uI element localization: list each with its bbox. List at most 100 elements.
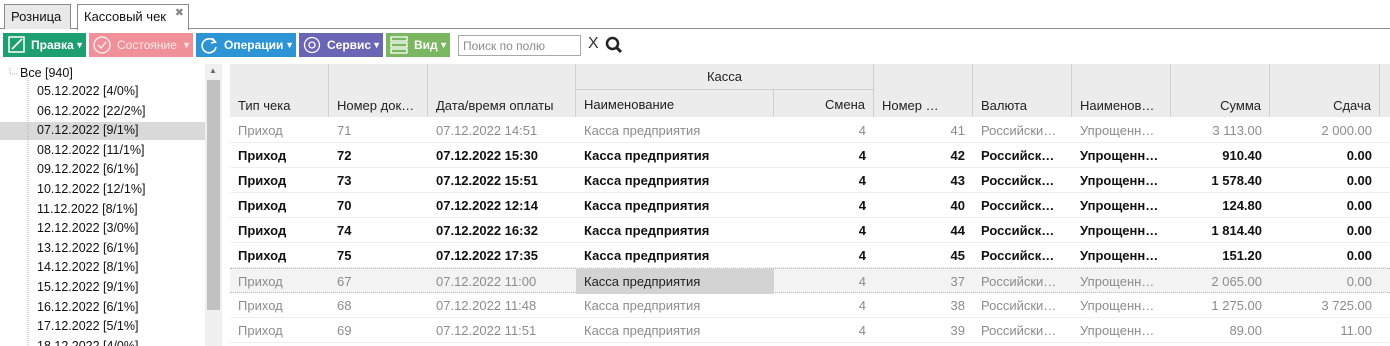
- cell-sum: 910.40: [1222, 148, 1262, 163]
- cell-tax-name: Упрощенн…: [1080, 274, 1155, 289]
- tree-root-all[interactable]: Все [940]: [20, 65, 73, 85]
- col-header-paid-at[interactable]: Дата/время оплаты: [428, 64, 576, 117]
- cell-paid-at: 07.12.2022 17:35: [436, 248, 538, 263]
- operations-menu-button[interactable]: Операции ▼: [196, 33, 296, 57]
- view-menu-button[interactable]: Вид ▼: [386, 33, 450, 57]
- edit-icon: [3, 33, 29, 57]
- cell-paid-at: 07.12.2022 16:32: [436, 223, 538, 238]
- cell-number: 42: [950, 148, 965, 163]
- tree-item-date[interactable]: 06.12.2022 [22/2%]: [37, 103, 145, 123]
- scroll-up-icon[interactable]: ▲: [209, 66, 217, 75]
- cell-paid-at: 07.12.2022 15:30: [436, 148, 538, 163]
- kassa-group-header: Касса: [576, 64, 874, 90]
- refresh-icon: [196, 33, 222, 57]
- cell-doc-no: 74: [337, 223, 352, 238]
- col-header-doc-no[interactable]: Номер док…: [329, 64, 428, 117]
- cell-doc-no: 73: [337, 173, 352, 188]
- table-row[interactable]: Приход 73 07.12.2022 15:51 Касса предприяти…: [230, 168, 1390, 193]
- cell-sum: 124.80: [1222, 198, 1262, 213]
- cell-tax-name: Упрощенн…: [1080, 248, 1159, 263]
- state-menu-button[interactable]: Состояние ▼: [89, 33, 193, 57]
- cell-tax-name: Упрощенн…: [1080, 148, 1159, 163]
- table-row[interactable]: Приход 71 07.12.2022 14:51 Касса предприяти…: [230, 118, 1390, 143]
- cell-currency: Российск…: [981, 223, 1055, 238]
- cell-paid-at: 07.12.2022 11:48: [436, 298, 537, 313]
- tree-item-date[interactable]: 10.12.2022 [12/1%]: [37, 181, 145, 201]
- scrollbar-thumb[interactable]: [207, 80, 220, 310]
- cell-change: 0.00: [1346, 248, 1372, 263]
- col-header-sum[interactable]: Сумма: [1171, 64, 1270, 117]
- cell-sum: 89.00: [1229, 323, 1262, 338]
- tree-item-date[interactable]: 15.12.2022 [9/1%]: [37, 279, 138, 299]
- col-header-tax-name[interactable]: Наименов…: [1072, 64, 1171, 117]
- cell-doc-no: 71: [337, 123, 352, 138]
- cell-number: 45: [950, 248, 965, 263]
- service-menu-button[interactable]: Сервис ▼: [299, 33, 383, 57]
- tree-item-date[interactable]: 17.12.2022 [5/1%]: [37, 318, 138, 338]
- tree-item-date[interactable]: 16.12.2022 [6/1%]: [37, 299, 138, 319]
- edit-menu-button[interactable]: Правка ▼: [3, 33, 86, 57]
- chevron-down-icon: ▼: [439, 40, 448, 50]
- tab-bar: Розница Кассовый чек ✖: [0, 0, 1390, 30]
- search-icon[interactable]: [605, 36, 623, 57]
- check-circle-icon: [89, 33, 115, 57]
- table-row[interactable]: Приход 75 07.12.2022 17:35 Касса предприяти…: [230, 243, 1390, 268]
- col-header-currency[interactable]: Валюта: [973, 64, 1072, 117]
- tree-item-date[interactable]: 12.12.2022 [3/0%]: [37, 220, 138, 240]
- chevron-down-icon: ▼: [182, 40, 191, 50]
- cell-name: Касса предприятия: [584, 298, 701, 313]
- table-row[interactable]: Приход 68 07.12.2022 11:48 Касса предприяти…: [230, 293, 1390, 318]
- tree-item-date[interactable]: 07.12.2022 [9/1%]: [0, 122, 222, 142]
- cell-number: 44: [950, 223, 965, 238]
- tree-item-date[interactable]: 11.12.2022 [8/1%]: [37, 201, 138, 221]
- col-header-type[interactable]: Тип чека: [230, 64, 329, 117]
- cell-name: Касса предприятия: [584, 198, 710, 213]
- tree-item-date[interactable]: 18.12.2022 [4/0%]: [37, 338, 138, 346]
- cell-number: 43: [950, 173, 965, 188]
- cell-sum: 1 578.40: [1211, 173, 1262, 188]
- tree-item-date[interactable]: 05.12.2022 [4/0%]: [37, 83, 138, 103]
- table-row[interactable]: Приход 70 07.12.2022 12:14 Касса предприяти…: [230, 193, 1390, 218]
- col-header-number[interactable]: Номер …: [874, 64, 973, 117]
- search-input[interactable]: [458, 35, 581, 56]
- cell-sum: 1 814.40: [1211, 223, 1262, 238]
- cell-type: Приход: [238, 298, 283, 313]
- cell-change: 3 725.00: [1321, 298, 1372, 313]
- tree-item-date[interactable]: 09.12.2022 [6/1%]: [37, 161, 138, 181]
- table-row[interactable]: Приход 72 07.12.2022 15:30 Касса предприяти…: [230, 143, 1390, 168]
- cell-tax-name: Упрощенн…: [1080, 223, 1159, 238]
- table-row[interactable]: Приход 69 07.12.2022 11:51 Касса предприяти…: [230, 318, 1390, 343]
- tree-item-date[interactable]: 08.12.2022 [11/1%]: [37, 142, 145, 162]
- col-header-shift[interactable]: Смена: [774, 90, 874, 117]
- cell-type: Приход: [238, 323, 283, 338]
- cell-change: 0.00: [1346, 148, 1372, 163]
- cell-doc-no: 67: [337, 274, 352, 289]
- cell-paid-at: 07.12.2022 15:51: [436, 173, 538, 188]
- tab-retail[interactable]: Розница: [4, 4, 71, 29]
- cell-sum: 151.20: [1222, 248, 1262, 263]
- close-tab-icon[interactable]: ✖: [175, 2, 184, 25]
- chevron-down-icon: ▼: [372, 40, 381, 50]
- cell-type: Приход: [238, 223, 287, 238]
- cell-doc-no: 75: [337, 248, 352, 263]
- cell-shift: 4: [858, 148, 866, 163]
- cell-number: 41: [950, 123, 965, 138]
- tree-item-date[interactable]: 13.12.2022 [6/1%]: [37, 240, 138, 260]
- cell-change: 0.00: [1346, 223, 1372, 238]
- tree-item-date[interactable]: 14.12.2022 [8/1%]: [37, 259, 138, 279]
- cell-shift: 4: [858, 198, 866, 213]
- table-row[interactable]: Приход 74 07.12.2022 16:32 Касса предприяти…: [230, 218, 1390, 243]
- cell-type: Приход: [238, 173, 287, 188]
- clear-search-button[interactable]: X: [588, 35, 599, 53]
- cell-doc-no: 70: [337, 198, 352, 213]
- cell-number: 39: [950, 323, 965, 338]
- tree-scrollbar[interactable]: ▲: [205, 64, 222, 346]
- cell-number: 40: [950, 198, 965, 213]
- tab-cash-receipt[interactable]: Кассовый чек ✖: [77, 4, 189, 30]
- cell-shift: 4: [858, 123, 866, 138]
- col-header-name[interactable]: Наименование: [576, 90, 774, 117]
- cell-type: Приход: [238, 274, 283, 289]
- chevron-down-icon: ▼: [75, 40, 84, 50]
- table-row[interactable]: Приход 67 07.12.2022 11:00 Касса предприяти…: [230, 268, 1390, 294]
- col-header-change[interactable]: Сдача: [1270, 64, 1380, 117]
